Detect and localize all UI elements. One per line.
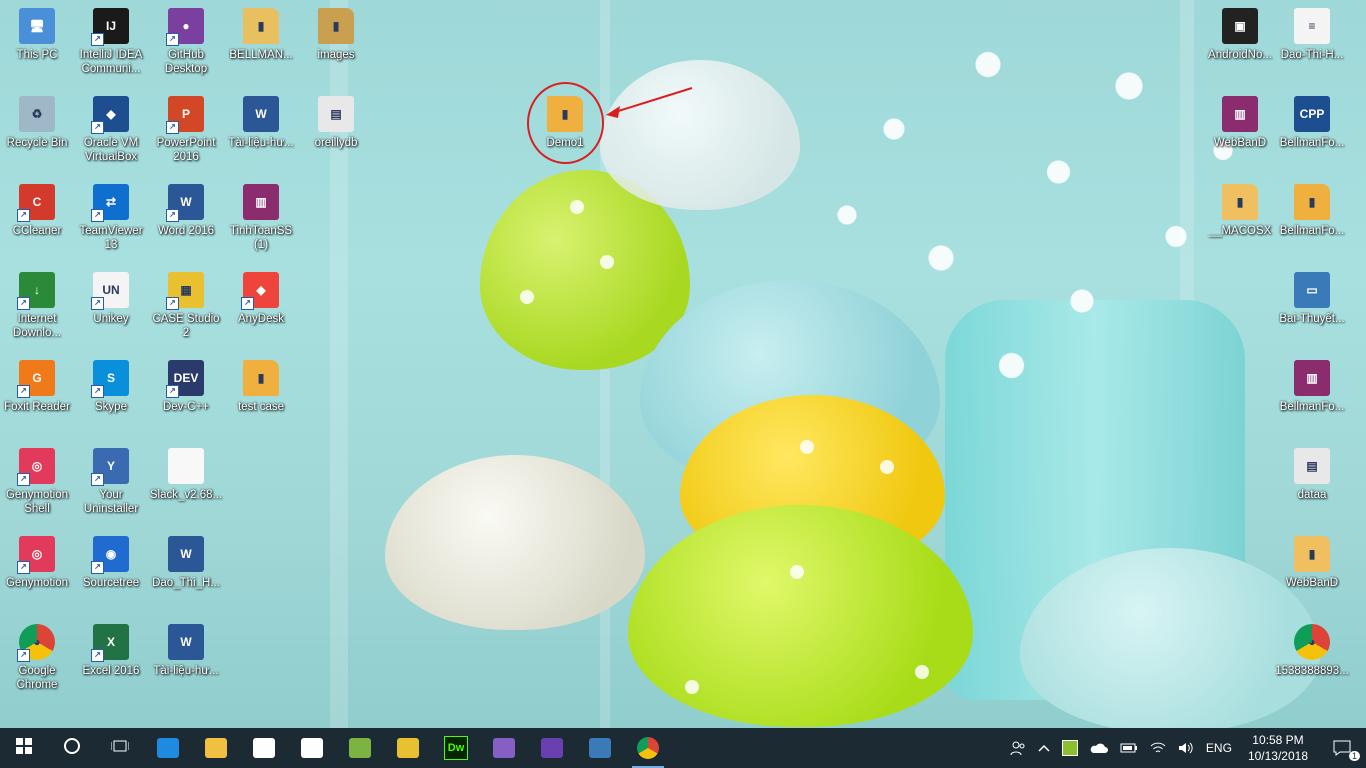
taskbar-start-button[interactable] (0, 728, 48, 768)
wifi-icon[interactable] (1144, 728, 1172, 768)
chrome-icon (637, 737, 659, 759)
mail-icon (301, 738, 323, 758)
cortana-circle-icon (63, 737, 81, 760)
file-explorer-icon (205, 738, 227, 758)
volume-icon[interactable] (1172, 728, 1200, 768)
notification-count: 1 (1348, 751, 1360, 761)
taskbar-app-list: Dw (0, 728, 672, 768)
windows-start-icon (16, 737, 32, 759)
dreamweaver-icon: Dw (444, 736, 468, 760)
chevron-up-icon[interactable] (1032, 728, 1056, 768)
android-studio-icon (349, 738, 371, 758)
battery-icon[interactable] (1114, 728, 1144, 768)
mysql-workbench-icon (589, 738, 611, 758)
taskbar-edge-button[interactable] (144, 728, 192, 768)
clock-time: 10:58 PM (1252, 733, 1304, 747)
store-icon (253, 738, 275, 758)
visual-studio-icon (493, 738, 515, 758)
people-icon[interactable] (1004, 728, 1032, 768)
clock-date: 10/13/2018 (1247, 749, 1308, 763)
taskbar-chrome-button[interactable] (624, 728, 672, 768)
taskbar-android-studio-button[interactable] (336, 728, 384, 768)
taskbar-search-button[interactable] (48, 728, 96, 768)
taskbar-file-explorer-button[interactable] (192, 728, 240, 768)
system-tray: ENG 10:58 PM 10/13/2018 1 (1004, 728, 1366, 768)
edge-icon (157, 738, 179, 758)
taskbar-task-view-button[interactable] (96, 728, 144, 768)
taskbar-eclipse-button[interactable] (528, 728, 576, 768)
eclipse-icon (541, 738, 563, 758)
tray-app-icon[interactable] (1056, 728, 1084, 768)
taskbar-visual-studio-button[interactable] (480, 728, 528, 768)
taskbar-mysql-workbench-button[interactable] (576, 728, 624, 768)
language-indicator[interactable]: ENG (1200, 728, 1238, 768)
taskbar-store-button[interactable] (240, 728, 288, 768)
annotation-arrow (606, 87, 693, 118)
taskbar-dreamweaver-button[interactable]: Dw (432, 728, 480, 768)
clock[interactable]: 10:58 PM 10/13/2018 (1238, 732, 1318, 764)
tools-icon (397, 738, 419, 758)
action-center-icon[interactable]: 1 (1318, 728, 1366, 768)
taskbar-tools-button[interactable] (384, 728, 432, 768)
onedrive-icon[interactable] (1084, 728, 1114, 768)
taskbar-mail-button[interactable] (288, 728, 336, 768)
task-view-icon (110, 738, 130, 759)
taskbar: Dw ENG 10:58 PM 10/13/2018 1 (0, 728, 1366, 768)
